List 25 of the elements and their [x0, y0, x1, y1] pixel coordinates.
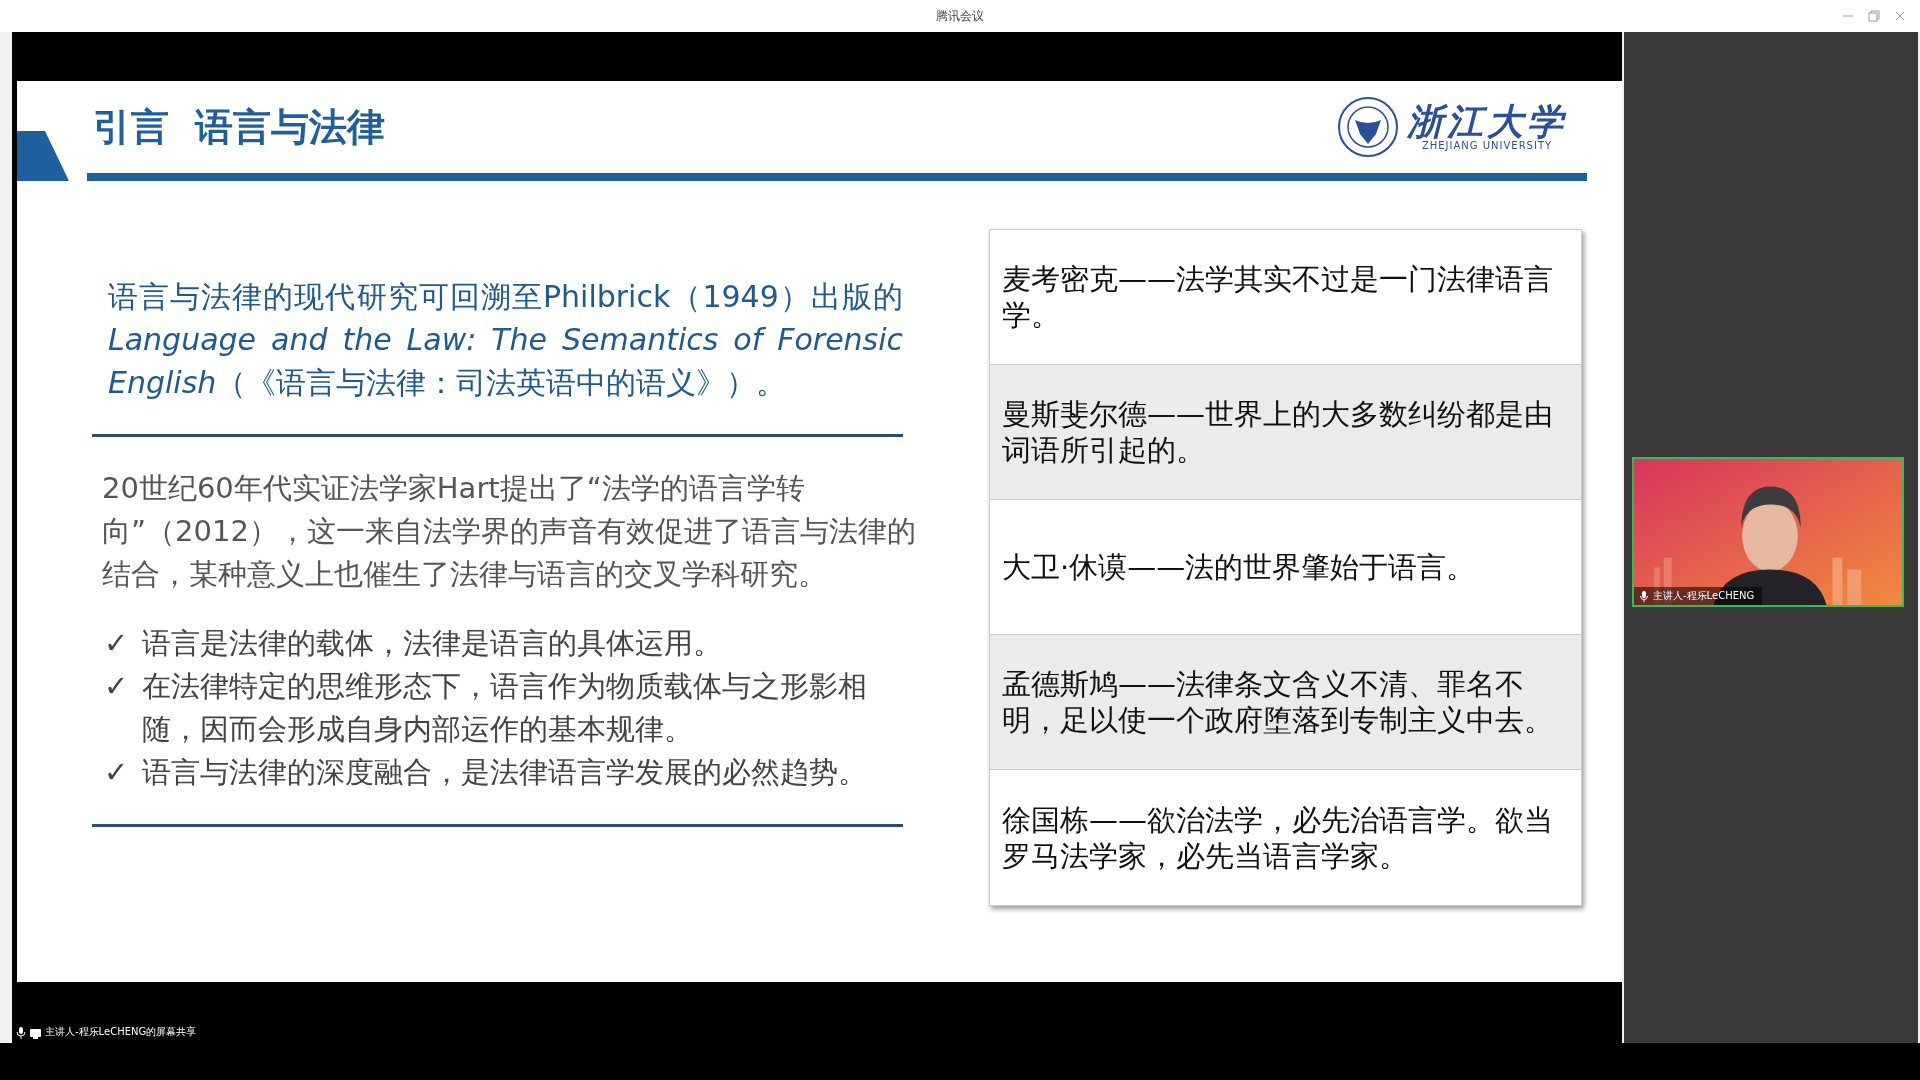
- corner-shape-icon: [17, 131, 69, 181]
- intro-paragraph: 语言与法律的现代研究可回溯至Philbrick（1949）出版的 Language and the Law: The Semantics of Forensic English（《语言与法律：司法英语中的语义》）。: [108, 278, 904, 402]
- bullet-text: 语言是法律的载体，法律是语言的具体运用。: [142, 625, 724, 662]
- close-icon[interactable]: [1894, 10, 1906, 22]
- logo-chinese-name: 浙江大学: [1407, 102, 1567, 141]
- quote-cell-text: 徐国栋——欲治法学，必先治语言学。欲当罗马法学家，必先当语言学家。: [1001, 801, 1555, 875]
- bullet-text: 在法律特定的思维形态下，语言作为物质载体与之形影相随，因而会形成自身内部运作的基本规律。: [142, 668, 869, 748]
- video-tile[interactable]: 主讲人-程乐LeCHENG: [1632, 457, 1904, 607]
- screen-share-label: 主讲人-程乐LeCHENG的屏幕共享: [45, 1025, 197, 1039]
- emblem-icon: [1337, 96, 1399, 158]
- bullet-text: 语言与法律的深度融合，是法律语言学发展的必然趋势。: [142, 754, 869, 791]
- check-mark: ✓: [104, 625, 129, 662]
- quote-cell: 曼斯斐尔德——世界上的大多数纠纷都是由词语所引起的。: [990, 365, 1581, 500]
- logo-english-name: ZHEJIANG UNIVERSITY: [1421, 140, 1553, 152]
- restore-icon[interactable]: [1868, 10, 1880, 22]
- screen-icon[interactable]: [30, 1029, 41, 1039]
- slide-title: 引言 语言与法律: [93, 103, 386, 151]
- check-mark: ✓: [104, 754, 129, 791]
- body-paragraph: 20世纪60年代实证法学家Hart提出了“法学的语言学转向”（2012），这一来自法学界的声音有效促进了语言与法律的结合，某种意义上也催生了法律与语言的交叉学科研究。: [102, 470, 917, 593]
- speaker-name: 主讲人-程乐LeCHENG: [1653, 589, 1755, 603]
- quote-cell: 孟德斯鸠——法律条文含义不清、罪名不明，足以使一个政府堕落到专制主义中去。: [990, 635, 1581, 770]
- microphone-icon[interactable]: [16, 1027, 26, 1039]
- window-title: 腾讯会议: [936, 7, 984, 25]
- microphone-icon: [1640, 590, 1648, 602]
- check-mark: ✓: [104, 668, 129, 705]
